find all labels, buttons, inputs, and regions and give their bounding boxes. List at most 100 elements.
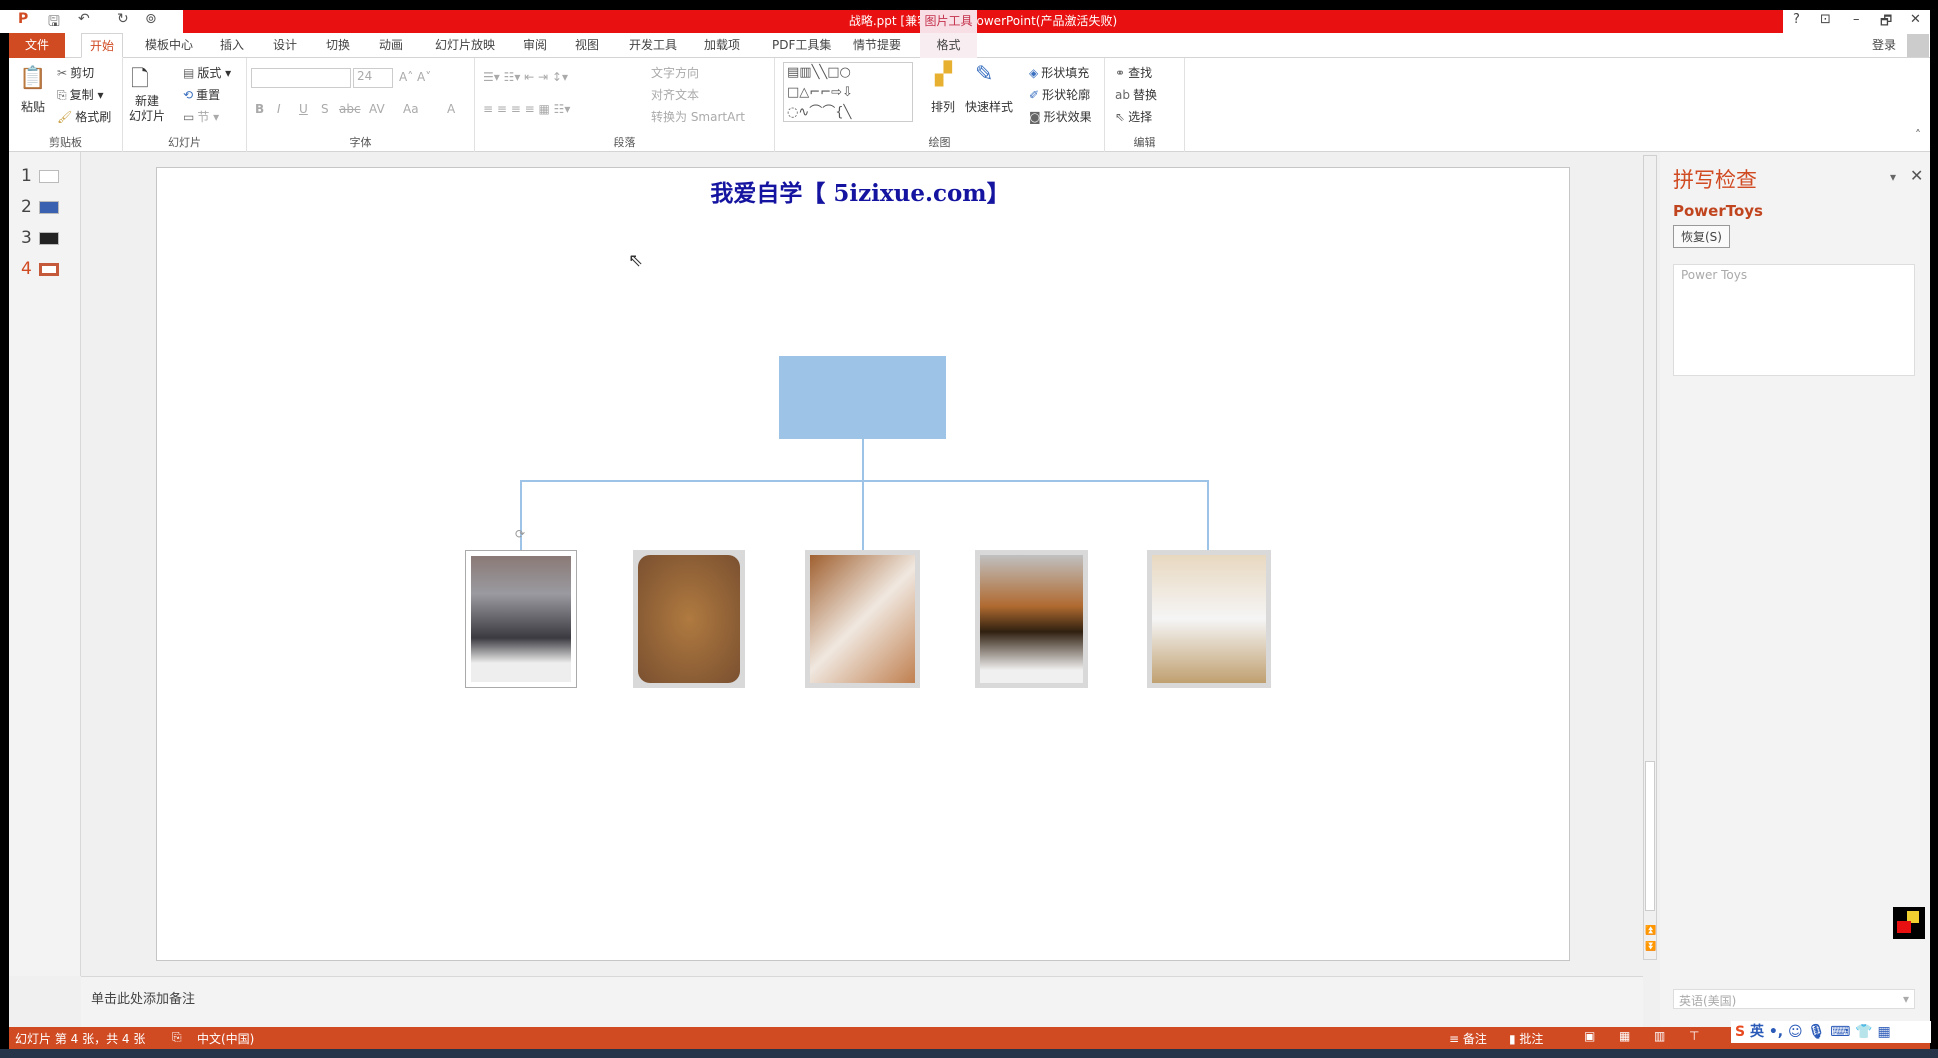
previous-slide-icon[interactable]: ⏫ bbox=[1645, 926, 1656, 936]
keyboard-icon[interactable]: ⌨ bbox=[1830, 1024, 1850, 1040]
new-slide-button[interactable]: 新建 幻灯片 bbox=[129, 94, 165, 124]
select-button[interactable]: ⇖ 选择 bbox=[1115, 108, 1152, 125]
slide-sorter-icon[interactable]: ▦ bbox=[1619, 1029, 1630, 1043]
reading-view-icon[interactable]: ▥ bbox=[1654, 1029, 1665, 1043]
pane-options-icon[interactable]: ▾ bbox=[1890, 170, 1896, 184]
emoji-icon[interactable]: ☺ bbox=[1788, 1024, 1803, 1040]
thumbnail-3[interactable]: 3 bbox=[21, 228, 59, 248]
tab-addins[interactable]: 加载项 bbox=[696, 33, 748, 58]
close-button[interactable]: ✕ bbox=[1910, 12, 1921, 27]
ime-mode[interactable]: 英 bbox=[1750, 1024, 1764, 1040]
align-icons[interactable]: ≡ ≡ ≡ ≡ ▦ ☷▾ bbox=[483, 102, 570, 116]
tab-animations[interactable]: 动画 bbox=[371, 33, 411, 58]
tab-insert[interactable]: 插入 bbox=[212, 33, 252, 58]
picture-lion[interactable] bbox=[633, 550, 745, 688]
replace-button[interactable]: ab 替换 bbox=[1115, 86, 1157, 103]
tab-pdf-tools[interactable]: PDF工具集 bbox=[764, 33, 839, 58]
italic-button[interactable]: I bbox=[277, 102, 281, 116]
thumbnail-2[interactable]: 2 bbox=[21, 197, 59, 217]
ribbon-display-button[interactable]: ⊡ bbox=[1820, 12, 1831, 27]
section-button[interactable]: ▭ 节 ▾ bbox=[183, 108, 219, 125]
arrange-button[interactable]: 排列 bbox=[931, 98, 955, 115]
thumbnail-4[interactable]: 4 bbox=[21, 259, 59, 279]
undo-icon[interactable]: ↶ bbox=[78, 11, 90, 27]
pane-close-icon[interactable]: ✕ bbox=[1910, 166, 1923, 185]
suggestion-item[interactable]: Power Toys bbox=[1681, 268, 1747, 282]
picture-crane[interactable] bbox=[1147, 550, 1271, 688]
reset-button[interactable]: ⟲ 重置 bbox=[183, 86, 220, 103]
minimize-button[interactable]: – bbox=[1853, 12, 1860, 27]
notes-toggle[interactable]: ≡ 备注 bbox=[1449, 1030, 1487, 1047]
char-spacing-button[interactable]: AV bbox=[369, 102, 385, 116]
tab-home[interactable]: 开始 bbox=[81, 33, 124, 58]
change-case-button[interactable]: Aa bbox=[403, 102, 419, 116]
shirt-icon[interactable]: 👕 bbox=[1855, 1024, 1872, 1040]
tab-template-center[interactable]: 模板中心 bbox=[137, 33, 201, 58]
signin-link[interactable]: 登录 bbox=[1864, 33, 1904, 58]
format-painter-button[interactable]: 🖌 格式刷 bbox=[57, 108, 111, 125]
text-direction-button[interactable]: 文字方向 bbox=[651, 64, 699, 81]
quick-styles-button[interactable]: 快速样式 bbox=[965, 98, 1013, 115]
language-status[interactable]: 中文(中国) bbox=[197, 1030, 254, 1047]
suggestions-list[interactable]: Power Toys bbox=[1673, 264, 1915, 376]
shapes-gallery[interactable]: ▤▥╲╲□○ □△⌐⌐⇨⇩ ◌∿⌒⌒{╲ bbox=[783, 62, 913, 122]
font-name-input[interactable] bbox=[251, 68, 351, 88]
help-button[interactable]: ? bbox=[1793, 12, 1800, 27]
cut-button[interactable]: ✂ 剪切 bbox=[57, 64, 94, 81]
font-size-input[interactable]: 24 bbox=[353, 68, 393, 88]
maximize-button[interactable]: 🗗 bbox=[1880, 12, 1892, 34]
tab-transitions[interactable]: 切换 bbox=[318, 33, 358, 58]
slide-title[interactable]: 我爱自学【 5izixue.com】 bbox=[600, 174, 1120, 208]
vertical-scrollbar[interactable]: ⏫ ⏬ bbox=[1643, 155, 1657, 960]
shadow-button[interactable]: S bbox=[321, 102, 329, 116]
redo-icon[interactable]: ↻ bbox=[117, 11, 129, 27]
comments-toggle[interactable]: ▮ 批注 bbox=[1509, 1030, 1543, 1047]
microphone-icon[interactable]: 🎙 bbox=[1807, 1024, 1825, 1040]
copy-button[interactable]: ⎘ 复制 ▾ bbox=[57, 86, 103, 103]
tab-developer[interactable]: 开发工具 bbox=[621, 33, 685, 58]
ime-toolbar[interactable]: S 英 •, ☺ 🎙 ⌨ 👕 ▦ bbox=[1731, 1021, 1931, 1043]
tab-design[interactable]: 设计 bbox=[265, 33, 305, 58]
convert-smartart-button[interactable]: 转换为 SmartArt bbox=[651, 108, 745, 125]
save-icon[interactable]: 🖫 bbox=[48, 11, 60, 35]
normal-view-icon[interactable]: ▣ bbox=[1584, 1029, 1595, 1043]
notes-area[interactable]: 单击此处添加备注 bbox=[81, 976, 1643, 1027]
spell-check-icon[interactable]: ⎘ bbox=[172, 1030, 182, 1045]
scroll-thumb[interactable] bbox=[1645, 761, 1655, 911]
font-color-button[interactable]: A bbox=[447, 102, 455, 116]
bullets-icon[interactable]: ☰▾ ☷▾ ⇤ ⇥ ↕▾ bbox=[483, 70, 568, 84]
shape-fill-button[interactable]: ◈ 形状填充 bbox=[1029, 64, 1089, 81]
slideshow-icon[interactable]: ⊤ bbox=[1689, 1029, 1699, 1043]
tab-format[interactable]: 格式 bbox=[920, 33, 977, 58]
notes-placeholder[interactable]: 单击此处添加备注 bbox=[91, 988, 195, 1007]
avatar[interactable] bbox=[1907, 34, 1929, 57]
strikethrough-button[interactable]: abc bbox=[339, 102, 361, 116]
underline-button[interactable]: U bbox=[299, 102, 308, 116]
org-chart-top-box[interactable] bbox=[779, 356, 946, 439]
punctuation-icon[interactable]: •, bbox=[1769, 1024, 1783, 1040]
picture-cat[interactable] bbox=[465, 550, 577, 688]
next-slide-icon[interactable]: ⏬ bbox=[1645, 942, 1656, 952]
picture-tiger[interactable] bbox=[975, 550, 1088, 688]
shape-effects-button[interactable]: ◙ 形状效果 bbox=[1029, 108, 1092, 125]
bold-button[interactable]: B bbox=[255, 102, 264, 116]
thumbnail-1[interactable]: 1 bbox=[21, 166, 59, 186]
tab-storyboard[interactable]: 情节提要 bbox=[845, 33, 909, 58]
grid-icon[interactable]: ▦ bbox=[1878, 1024, 1891, 1040]
grow-font-icon[interactable]: A˄ A˅ bbox=[399, 70, 431, 84]
language-dropdown[interactable]: 英语(美国) ▾ bbox=[1673, 989, 1915, 1009]
find-button[interactable]: ⚭ 查找 bbox=[1115, 64, 1152, 81]
layout-button[interactable]: ▤ 版式 ▾ bbox=[183, 64, 231, 81]
tab-view[interactable]: 视图 bbox=[567, 33, 607, 58]
shape-outline-button[interactable]: ✐ 形状轮廓 bbox=[1029, 86, 1090, 103]
picture-dog[interactable] bbox=[805, 550, 920, 688]
tab-file[interactable]: 文件 bbox=[9, 33, 66, 58]
rotate-handle-icon[interactable]: ⟳ bbox=[515, 527, 525, 541]
collapse-ribbon-icon[interactable]: ˄ bbox=[1915, 128, 1921, 142]
paste-button[interactable]: 粘贴 bbox=[21, 98, 45, 115]
tab-slideshow[interactable]: 幻灯片放映 bbox=[427, 33, 503, 58]
tab-review[interactable]: 审阅 bbox=[515, 33, 555, 58]
align-text-button[interactable]: 对齐文本 bbox=[651, 86, 699, 103]
resume-button[interactable]: 恢复(S) bbox=[1673, 225, 1730, 248]
start-slideshow-icon[interactable]: ⊚ bbox=[145, 11, 157, 27]
